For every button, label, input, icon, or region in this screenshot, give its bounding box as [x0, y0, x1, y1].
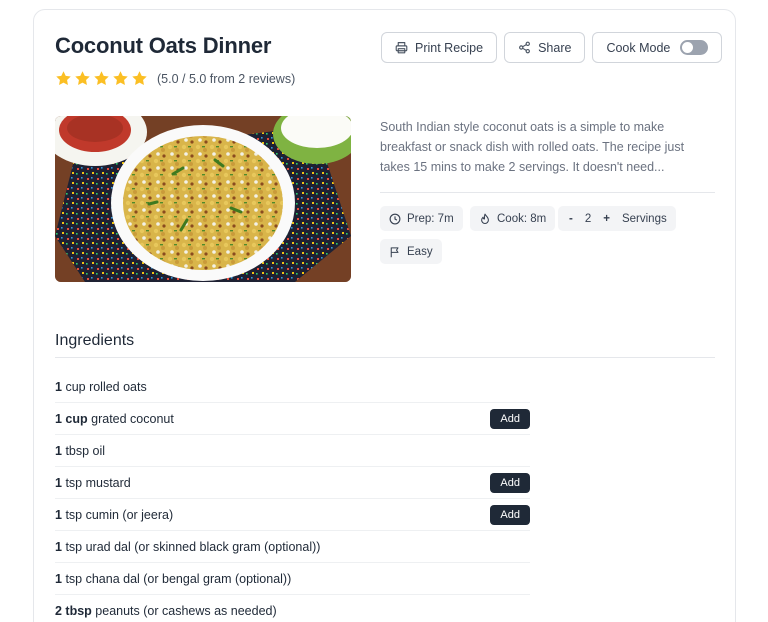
print-recipe-label: Print Recipe — [415, 40, 484, 55]
cook-mode-toggle[interactable] — [680, 40, 709, 55]
ingredient-row: 1 cup rolled oats — [55, 371, 530, 403]
servings-decrease-button[interactable]: - — [567, 213, 575, 225]
prep-time-chip: Prep: 7m — [380, 206, 463, 231]
ingredient-row: 1 tsp urad dal (or skinned black gram (o… — [55, 531, 530, 563]
ingredient-row: 2 tbsp peanuts (or cashews as needed) — [55, 595, 530, 622]
servings-count: 2 — [584, 212, 592, 225]
ingredient-row: 1 tbsp oil — [55, 435, 530, 467]
ingredient-quantity: 1 — [55, 379, 62, 394]
cook-time-label: Cook: 8m — [497, 212, 547, 225]
ingredient-text: 1 tsp mustard — [55, 476, 131, 490]
rating-text: (5.0 / 5.0 from 2 reviews) — [157, 71, 296, 86]
printer-icon — [395, 42, 408, 54]
divider — [380, 192, 715, 193]
flag-icon — [390, 246, 399, 257]
ingredient-list: 1 cup rolled oats 1 cup grated coconut Add… — [55, 371, 530, 622]
ingredient-quantity: 1 — [55, 539, 62, 554]
ingredient-quantity: 1 — [55, 475, 62, 490]
cook-time-chip: Cook: 8m — [470, 206, 556, 231]
star-icon — [113, 71, 128, 85]
ingredient-text: 1 tsp chana dal (or bengal gram (optiona… — [55, 572, 291, 586]
star-icon — [94, 71, 109, 85]
ingredient-text: 1 tsp urad dal (or skinned black gram (o… — [55, 540, 320, 554]
ingredient-name: tsp cumin (or jeera) — [65, 507, 174, 522]
star-rating — [55, 70, 148, 87]
add-ingredient-button[interactable]: Add — [490, 408, 530, 429]
prep-time-label: Prep: 7m — [407, 212, 454, 225]
star-icon — [56, 71, 71, 85]
recipe-photo — [55, 116, 351, 282]
ingredient-text: 1 tbsp oil — [55, 444, 105, 458]
ingredient-name: tsp mustard — [65, 475, 131, 490]
add-ingredient-button[interactable]: Add — [490, 472, 530, 493]
recipe-description: South Indian style coconut oats is a sim… — [380, 120, 685, 174]
ingredients-heading: Ingredients — [55, 332, 135, 349]
rating: (5.0 / 5.0 from 2 reviews) — [55, 70, 295, 87]
ingredient-quantity: 2 tbsp — [55, 604, 92, 618]
ingredient-text: 2 tbsp peanuts (or cashews as needed) — [55, 604, 277, 618]
share-icon — [519, 41, 531, 54]
ingredient-text: 1 tsp cumin (or jeera) — [55, 508, 173, 522]
star-icon — [75, 71, 90, 85]
recipe-photo-image — [55, 116, 351, 282]
difficulty-label: Easy — [407, 245, 433, 258]
ingredient-row: 1 tsp chana dal (or bengal gram (optiona… — [55, 563, 530, 595]
ingredient-quantity: 1 cup — [55, 411, 88, 426]
ingredient-name: grated coconut — [91, 411, 174, 426]
ingredient-name: tbsp oil — [65, 443, 106, 458]
ingredients-divider — [55, 357, 715, 358]
ingredient-name: tsp urad dal (or skinned black gram (opt… — [65, 539, 321, 554]
recipe-actions: Print Recipe Share Cook Mode — [381, 32, 723, 63]
servings-stepper: - 2 + Servings — [558, 206, 676, 231]
ingredient-row: 1 cup grated coconut Add — [55, 403, 530, 435]
ingredient-name: cup rolled oats — [65, 379, 147, 394]
difficulty-chip: Easy — [380, 239, 442, 264]
print-recipe-button[interactable]: Print Recipe — [381, 32, 498, 63]
flame-icon — [481, 213, 489, 224]
ingredient-row: 1 tsp cumin (or jeera) Add — [55, 499, 530, 531]
ingredient-row: 1 tsp mustard Add — [55, 467, 530, 499]
ingredient-name: peanuts (or cashews as needed) — [95, 604, 277, 618]
ingredient-quantity: 1 — [55, 443, 62, 458]
servings-increase-button[interactable]: + — [601, 213, 612, 225]
cook-mode-label: Cook Mode — [606, 40, 671, 55]
share-button[interactable]: Share — [504, 32, 586, 63]
clock-icon — [389, 213, 401, 224]
cook-mode-button[interactable]: Cook Mode — [592, 32, 723, 63]
share-label: Share — [538, 40, 572, 55]
ingredient-name: tsp chana dal (or bengal gram (optional)… — [65, 571, 292, 586]
servings-label: Servings — [621, 212, 667, 225]
add-ingredient-button[interactable]: Add — [490, 504, 530, 525]
star-icon — [132, 71, 147, 85]
recipe-title: Coconut Oats Dinner — [55, 33, 272, 58]
ingredient-text: 1 cup rolled oats — [55, 380, 147, 394]
ingredient-text: 1 cup grated coconut — [55, 412, 174, 426]
ingredient-quantity: 1 — [55, 571, 62, 586]
ingredient-quantity: 1 — [55, 507, 62, 522]
